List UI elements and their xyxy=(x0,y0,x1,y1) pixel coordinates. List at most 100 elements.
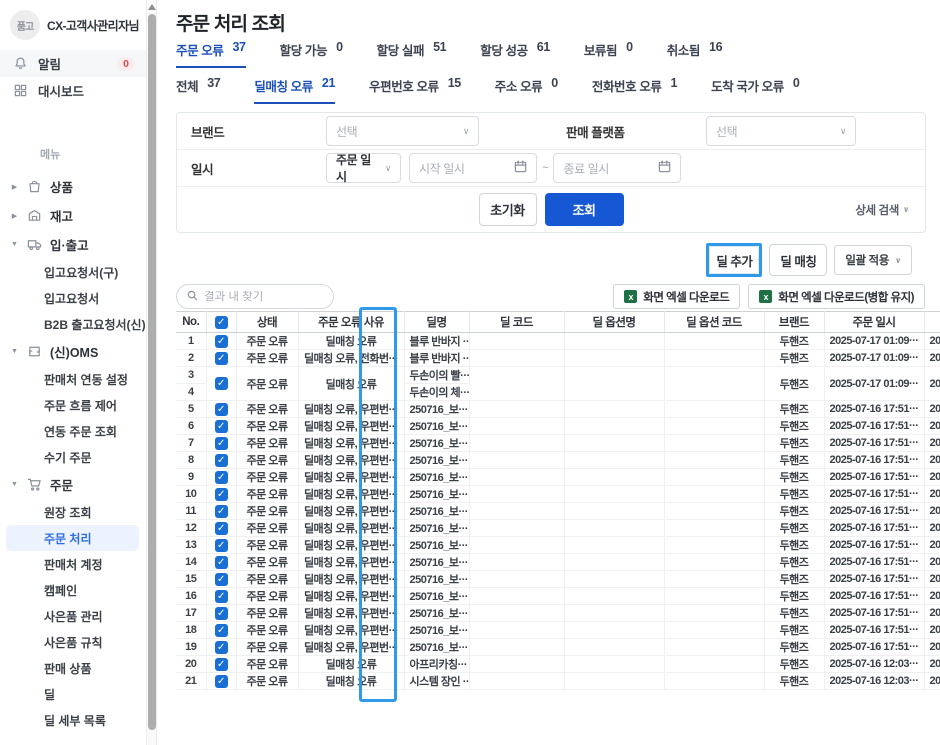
sidebar-item-dashboard[interactable]: 대시보드 xyxy=(0,77,147,104)
tab-status[interactable]: 보류됨0 xyxy=(584,40,633,68)
sidebar-item-4[interactable]: ▼(신)OMS xyxy=(0,337,147,366)
sidebar-item-1[interactable]: ▶상품 xyxy=(0,172,147,201)
tab-status[interactable]: 할당 가능0 xyxy=(280,40,343,68)
row-checkbox[interactable]: ✓ xyxy=(215,658,228,671)
sidebar-item-2[interactable]: ▶재고 xyxy=(0,201,147,230)
deal-option-name-cell xyxy=(564,605,664,622)
row-checkbox[interactable]: ✓ xyxy=(215,335,228,348)
row-checkbox[interactable]: ✓ xyxy=(215,471,228,484)
tab-error-type[interactable]: 우편번호 오류15 xyxy=(369,76,461,104)
sidebar-item-5[interactable]: ▼주문 xyxy=(0,470,147,499)
tab-error-type[interactable]: 전화번호 오류1 xyxy=(592,76,677,104)
start-date-field[interactable]: 시작 일시 xyxy=(409,153,537,183)
calendar-icon[interactable] xyxy=(658,160,671,176)
advanced-search-toggle[interactable]: 상세 검색 ∨ xyxy=(855,202,909,218)
sidebar-subitem[interactable]: 주문 흐름 제어 xyxy=(0,392,147,418)
sidebar-subitem[interactable]: 딜 xyxy=(0,681,147,707)
row-checkbox-cell: ✓ xyxy=(206,469,236,486)
sidebar-subitem[interactable]: 사은품 관리 xyxy=(0,603,147,629)
add-deal-button[interactable]: 딜 추가 xyxy=(709,246,759,274)
brand-select[interactable]: 선택 ∨ xyxy=(326,116,479,146)
excel-download-button[interactable]: x 화면 엑셀 다운로드 xyxy=(613,284,740,309)
row-checkbox[interactable]: ✓ xyxy=(215,488,228,501)
select-all-checkbox[interactable]: ✓ xyxy=(215,316,228,329)
scrollbar-thumb[interactable] xyxy=(148,14,156,730)
status-cell: 주문 오류 xyxy=(236,605,298,622)
row-checkbox[interactable]: ✓ xyxy=(215,522,228,535)
sidebar-subitem[interactable]: B2B 출고요청서(신) xyxy=(0,311,147,337)
row-checkbox[interactable]: ✓ xyxy=(215,624,228,637)
calendar-icon[interactable] xyxy=(514,160,527,176)
excel-download-merge-button[interactable]: x 화면 엑셀 다운로드(병합 유지) xyxy=(748,284,925,309)
deal-code-cell xyxy=(469,350,564,367)
row-checkbox[interactable]: ✓ xyxy=(215,454,228,467)
platform-select[interactable]: 선택 ∨ xyxy=(706,116,856,146)
sidebar-subitem[interactable]: 판매 상품 xyxy=(0,655,147,681)
row-checkbox[interactable]: ✓ xyxy=(215,377,228,390)
tab-status-active[interactable]: 주문 오류37 xyxy=(176,40,246,68)
error-reason-cell: 딜매칭 오류, 우편번··· xyxy=(298,418,404,435)
sidebar-subitem[interactable]: 판매처 연동 설정 xyxy=(0,366,147,392)
row-checkbox[interactable]: ✓ xyxy=(215,539,228,552)
sidebar-subitem[interactable]: 판매처 계정 xyxy=(0,551,147,577)
scrollbar-up-arrow[interactable] xyxy=(148,4,156,10)
row-checkbox[interactable]: ✓ xyxy=(215,420,228,433)
row-checkbox[interactable]: ✓ xyxy=(215,505,228,518)
sidebar-scrollbar[interactable] xyxy=(146,0,156,745)
search-button[interactable]: 조회 xyxy=(545,193,624,226)
end-date-field[interactable]: 종료 일시 xyxy=(553,153,681,183)
deal-code-cell xyxy=(469,367,564,401)
tab-status[interactable]: 할당 실패51 xyxy=(377,40,447,68)
sidebar-subitem-selected[interactable]: 주문 처리 xyxy=(6,525,139,551)
sidebar-item-3[interactable]: ▼입·출고 xyxy=(0,230,147,259)
row-checkbox[interactable]: ✓ xyxy=(215,607,228,620)
status-cell: 주문 오류 xyxy=(236,350,298,367)
order-date-cell: 2025-07-16 17:51··· xyxy=(824,571,924,588)
deal-option-code-cell xyxy=(664,367,764,401)
sidebar-item-notifications[interactable]: 알림 0 xyxy=(0,50,147,77)
sidebar-subitem[interactable]: 입고요청서 xyxy=(0,285,147,311)
find-input[interactable] xyxy=(204,291,323,303)
order-date-cell: 2025-07-16 17:51··· xyxy=(824,520,924,537)
brand-cell: 두핸즈 xyxy=(764,486,824,503)
tab-error-type[interactable]: 주소 오류0 xyxy=(495,76,558,104)
status-cell: 주문 오류 xyxy=(236,418,298,435)
brand-cell: 두핸즈 xyxy=(764,605,824,622)
tab-error-type[interactable]: 도착 국가 오류0 xyxy=(711,76,799,104)
row-checkbox[interactable]: ✓ xyxy=(215,403,228,416)
reset-button[interactable]: 초기화 xyxy=(479,193,537,226)
sidebar-subitem[interactable]: 연동 주문 조회 xyxy=(0,418,147,444)
deal-code-cell xyxy=(469,605,564,622)
sidebar-subitem[interactable]: 입고요청서(구) xyxy=(0,259,147,285)
brand-cell: 두핸즈 xyxy=(764,537,824,554)
row-checkbox[interactable]: ✓ xyxy=(215,573,228,586)
table-row: 18✓주문 오류딜매칭 오류, 우편번···250716_보···두핸즈2025… xyxy=(176,622,940,639)
tab-status[interactable]: 취소됨16 xyxy=(667,40,722,68)
tab-status[interactable]: 할당 성공61 xyxy=(480,40,550,68)
tab-error-type-active[interactable]: 딜매칭 오류21 xyxy=(254,76,335,104)
date-type-select[interactable]: 주문 일시 ∨ xyxy=(326,153,401,183)
deal-option-code-cell xyxy=(664,622,764,639)
sidebar-subitem[interactable]: 사은품 규칙 xyxy=(0,629,147,655)
sidebar-subitem[interactable]: 원장 조회 xyxy=(0,499,147,525)
sidebar-subitem[interactable]: 딜 세부 목록 xyxy=(0,707,147,733)
deal-code-cell xyxy=(469,622,564,639)
sidebar-subitem[interactable]: 수기 주문 xyxy=(0,444,147,470)
clipped-date-cell: 202 xyxy=(924,486,940,503)
row-checkbox[interactable]: ✓ xyxy=(215,641,228,654)
sidebar-item-label: 주문 xyxy=(50,475,73,494)
bulk-apply-dropdown[interactable]: 일괄 적용 ∨ xyxy=(834,245,912,275)
platform-select-value: 선택 xyxy=(716,123,737,140)
sidebar-subitem[interactable]: 캠페인 xyxy=(0,577,147,603)
error-reason-cell: 딜매칭 오류, 우편번··· xyxy=(298,401,404,418)
row-checkbox[interactable]: ✓ xyxy=(215,352,228,365)
row-checkbox[interactable]: ✓ xyxy=(215,675,228,688)
row-checkbox[interactable]: ✓ xyxy=(215,437,228,450)
row-checkbox[interactable]: ✓ xyxy=(215,590,228,603)
find-in-results[interactable] xyxy=(176,284,334,309)
tab-label: 주소 오류 xyxy=(495,76,542,97)
tab-error-type[interactable]: 전체37 xyxy=(176,76,220,104)
row-checkbox[interactable]: ✓ xyxy=(215,556,228,569)
search-icon xyxy=(187,288,198,306)
match-deal-button[interactable]: 딜 매칭 xyxy=(769,244,827,276)
